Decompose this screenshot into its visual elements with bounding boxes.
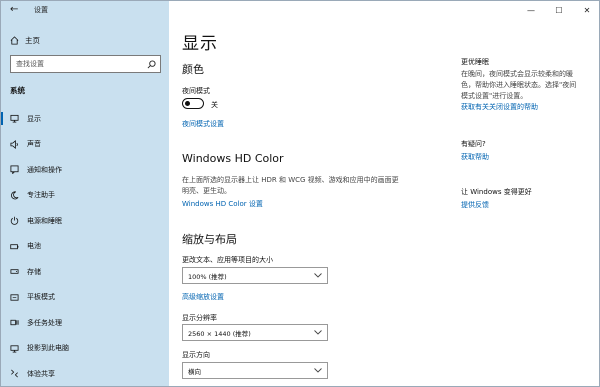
sidebar-item-label: 专注助手 xyxy=(27,191,55,200)
home-icon xyxy=(10,35,19,45)
page-title: 显示 xyxy=(182,34,218,54)
hd-color-settings-link[interactable]: Windows HD Color 设置 xyxy=(182,199,263,209)
sidebar-item-tablet-mode[interactable]: 平板模式 xyxy=(1,285,169,311)
chevron-down-icon xyxy=(314,272,322,280)
notification-icon xyxy=(10,165,19,175)
advanced-scaling-link[interactable]: 高级缩放设置 xyxy=(182,292,224,302)
sidebar-item-label: 多任务处理 xyxy=(27,318,62,327)
tablet-icon xyxy=(10,294,19,301)
maximize-button[interactable]: ☐ xyxy=(545,1,573,19)
text-size-label: 更改文本、应用等项目的大小 xyxy=(182,256,273,264)
night-light-toggle[interactable] xyxy=(182,98,204,109)
sidebar-nav: 显示 声音 通知和操作 专注助手 电源和睡眠 电池 存储 平板模式 多任务处理 … xyxy=(1,106,169,386)
get-help-link[interactable]: 获取帮助 xyxy=(461,152,489,162)
sleep-help-link[interactable]: 获取有关关闭设置的帮助 xyxy=(461,102,538,112)
search-box[interactable] xyxy=(10,55,161,73)
chevron-down-icon xyxy=(314,329,322,337)
main-content: — ☐ ✕ 显示 颜色 夜间模式 关 夜间模式设置 Windows HD Col… xyxy=(169,1,599,386)
night-light-settings-link[interactable]: 夜间模式设置 xyxy=(182,119,224,129)
sidebar-item-label: 存储 xyxy=(27,267,41,276)
sidebar-item-notifications[interactable]: 通知和操作 xyxy=(1,157,169,183)
text-size-dropdown[interactable]: 100% (推荐) xyxy=(182,267,328,284)
home-link[interactable]: 主页 xyxy=(10,34,40,46)
better-sleep-desc-line2: 色，帮助你进入睡眠状态。选择"夜间 xyxy=(461,81,577,89)
sidebar-item-project-to-pc[interactable]: 投影到此电脑 xyxy=(1,336,169,362)
storage-icon xyxy=(10,269,19,274)
color-heading: 颜色 xyxy=(182,63,204,76)
make-windows-better-title: 让 Windows 变得更好 xyxy=(461,188,532,196)
sidebar-item-label: 平板模式 xyxy=(27,293,55,302)
sidebar-item-shared-experiences[interactable]: 体验共享 xyxy=(1,361,169,386)
sidebar-item-multitasking[interactable]: 多任务处理 xyxy=(1,310,169,336)
hd-color-description-line2: 明亮、更生动。 xyxy=(182,187,231,195)
sidebar-item-label: 投影到此电脑 xyxy=(27,344,69,353)
chevron-down-icon xyxy=(314,367,322,375)
settings-window: ← 设置 主页 系统 显示 声音 通知和操作 xyxy=(0,0,600,387)
power-icon xyxy=(10,216,19,226)
sidebar-item-label: 电源和睡眠 xyxy=(27,216,62,225)
close-button[interactable]: ✕ xyxy=(573,1,599,19)
monitor-icon xyxy=(10,115,19,123)
resolution-dropdown[interactable]: 2560 × 1440 (推荐) xyxy=(182,324,328,341)
night-light-state: 关 xyxy=(211,101,218,109)
sidebar: ← 设置 主页 系统 显示 声音 通知和操作 xyxy=(1,1,169,386)
app-title: 设置 xyxy=(34,6,48,14)
text-size-value: 100% (推荐) xyxy=(188,272,227,281)
better-sleep-desc-line1: 在晚间，夜间模式会显示较柔和的暖 xyxy=(461,70,573,78)
section-label-system: 系统 xyxy=(10,86,25,95)
give-feedback-link[interactable]: 提供反馈 xyxy=(461,200,489,210)
home-label: 主页 xyxy=(25,35,40,45)
scale-layout-heading: 缩放与布局 xyxy=(182,233,237,246)
orientation-dropdown[interactable]: 横向 xyxy=(182,362,328,379)
night-light-label: 夜间模式 xyxy=(182,87,210,95)
sidebar-item-storage[interactable]: 存储 xyxy=(1,259,169,285)
resolution-label: 显示分辨率 xyxy=(182,314,217,322)
sidebar-item-label: 通知和操作 xyxy=(27,165,62,174)
battery-icon xyxy=(10,244,19,249)
window-controls: — ☐ ✕ xyxy=(517,1,599,19)
sidebar-item-power-sleep[interactable]: 电源和睡眠 xyxy=(1,208,169,234)
title-bar: ← 设置 xyxy=(1,1,169,19)
search-icon[interactable] xyxy=(144,57,158,71)
hd-color-heading: Windows HD Color xyxy=(182,152,284,165)
multitask-icon xyxy=(10,320,19,326)
search-input[interactable] xyxy=(11,57,144,71)
sidebar-item-label: 声音 xyxy=(27,140,41,149)
better-sleep-desc-line3: 模式设置"进行设置。 xyxy=(461,92,528,100)
sidebar-item-battery[interactable]: 电池 xyxy=(1,234,169,260)
moon-icon xyxy=(11,191,19,200)
sidebar-item-label: 显示 xyxy=(27,114,41,123)
question-title: 有疑问? xyxy=(461,140,486,148)
better-sleep-title: 更优睡眠 xyxy=(461,58,489,66)
speaker-icon xyxy=(10,139,18,149)
orientation-value: 横向 xyxy=(188,367,201,376)
minimize-button[interactable]: — xyxy=(517,1,545,19)
sidebar-item-display[interactable]: 显示 xyxy=(1,106,169,132)
share-icon xyxy=(11,369,18,378)
sidebar-item-focus-assist[interactable]: 专注助手 xyxy=(1,183,169,209)
sidebar-item-label: 体验共享 xyxy=(27,369,55,378)
back-button[interactable]: ← xyxy=(10,4,18,16)
sidebar-item-sound[interactable]: 声音 xyxy=(1,132,169,158)
orientation-label: 显示方向 xyxy=(182,351,210,359)
hd-color-description-line1: 在上面所选的显示器上让 HDR 和 WCG 视频、游戏和应用中的画面更 xyxy=(182,176,399,184)
sidebar-item-label: 电池 xyxy=(27,242,41,251)
resolution-value: 2560 × 1440 (推荐) xyxy=(188,329,251,338)
projector-icon xyxy=(10,345,19,353)
